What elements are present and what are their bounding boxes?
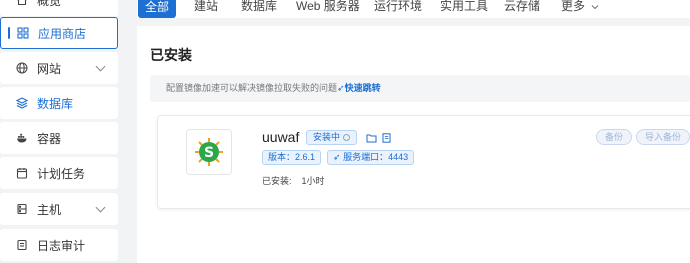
sidebar-item-label: 主机 (37, 202, 62, 217)
server-icon (16, 203, 28, 215)
chevron-down-icon (95, 202, 106, 213)
tab-tools[interactable]: 实用工具 (440, 0, 488, 18)
app-name: uuwaf (262, 129, 300, 145)
app-logo: S (186, 129, 232, 175)
sidebar-item-label: 应用商店 (38, 26, 87, 41)
tab-runtime[interactable]: 运行环境 (374, 0, 422, 18)
chevron-down-icon (591, 5, 599, 10)
send-icon: ➶ (333, 152, 341, 162)
active-indicator (8, 27, 10, 39)
sidebar-item-host[interactable]: 主机 (0, 193, 118, 225)
notice-text: 配置镜像加速可以解决镜像拉取失败的问题 (166, 83, 338, 93)
tab-website[interactable]: 建站 (194, 0, 218, 18)
app-card: S uuwaf 安装中 版本：2.6.1 ➶ 服务端口：4443 已安装: 1小… (157, 115, 690, 209)
sidebar-item-website[interactable]: 网站 (0, 52, 118, 84)
tab-all[interactable]: 全部 (138, 0, 176, 18)
quick-jump-link[interactable]: ➶快速跳转 (337, 83, 381, 93)
globe-icon (16, 62, 28, 74)
document-icon[interactable] (382, 132, 391, 146)
sidebar-item-container[interactable]: 容器 (0, 122, 118, 154)
installed-label: 已安装: (262, 176, 292, 186)
home-icon (16, 0, 28, 6)
sidebar-item-log-audit[interactable]: 日志审计 (0, 229, 118, 261)
installed-time: 1小时 (301, 176, 325, 186)
sidebar-item-label: 容器 (37, 131, 62, 146)
loading-icon (343, 134, 351, 141)
sidebar-item-label: 日志审计 (37, 238, 86, 253)
sidebar-item-label: 计划任务 (37, 166, 86, 181)
tab-web-server[interactable]: Web 服务器 (296, 0, 360, 18)
tab-database[interactable]: 数据库 (241, 0, 277, 18)
uuwaf-logo-icon: S (195, 138, 223, 166)
docker-icon (16, 132, 28, 144)
sidebar-item-label: 网站 (37, 61, 62, 76)
tab-more-label: 更多 (561, 0, 586, 13)
category-tabs: 全部 建站 数据库 Web 服务器 运行环境 实用工具 云存储 更多 (137, 0, 690, 18)
chevron-down-icon (95, 61, 106, 72)
page-title: 已安装 (150, 47, 192, 63)
sidebar-item-label: 数据库 (37, 96, 74, 111)
mirror-notice: 配置镜像加速可以解决镜像拉取失败的问题➶快速跳转 (150, 75, 690, 102)
sidebar-item-database[interactable]: 数据库 (0, 87, 118, 119)
port-tag: ➶ 服务端口：4443 (327, 150, 415, 165)
sidebar-item-overview[interactable]: 概览 (0, 0, 118, 16)
sidebar: 概览 应用商店 网站 数据库 容器 计划任务 主机 日志审计 (0, 0, 131, 263)
svg-text:S: S (204, 145, 214, 161)
version-tag: 版本：2.6.1 (262, 150, 322, 165)
folder-icon[interactable] (366, 132, 377, 146)
layers-icon (16, 97, 28, 109)
send-icon: ➶ (337, 83, 345, 93)
import-backup-button[interactable]: 导入备份 (636, 129, 690, 145)
status-text: 安装中 (313, 132, 341, 142)
tab-cloud-storage[interactable]: 云存储 (504, 0, 540, 18)
status-badge: 安装中 (306, 130, 358, 145)
backup-button[interactable]: 备份 (596, 129, 633, 145)
grid-icon (17, 27, 29, 39)
main-panel: 已安装 配置镜像加速可以解决镜像拉取失败的问题➶快速跳转 S uuwaf 安装中 (137, 26, 690, 263)
sidebar-item-app-store[interactable]: 应用商店 (0, 17, 118, 49)
quick-jump-label: 快速跳转 (344, 83, 381, 93)
calendar-icon (16, 167, 28, 179)
installed-info: 已安装: 1小时 (262, 174, 325, 187)
sidebar-item-cron[interactable]: 计划任务 (0, 157, 118, 189)
tab-more[interactable]: 更多 (561, 0, 599, 18)
log-icon (16, 239, 28, 251)
port-tag-text: 服务端口：4443 (343, 152, 409, 162)
sidebar-item-label: 概览 (37, 0, 62, 8)
